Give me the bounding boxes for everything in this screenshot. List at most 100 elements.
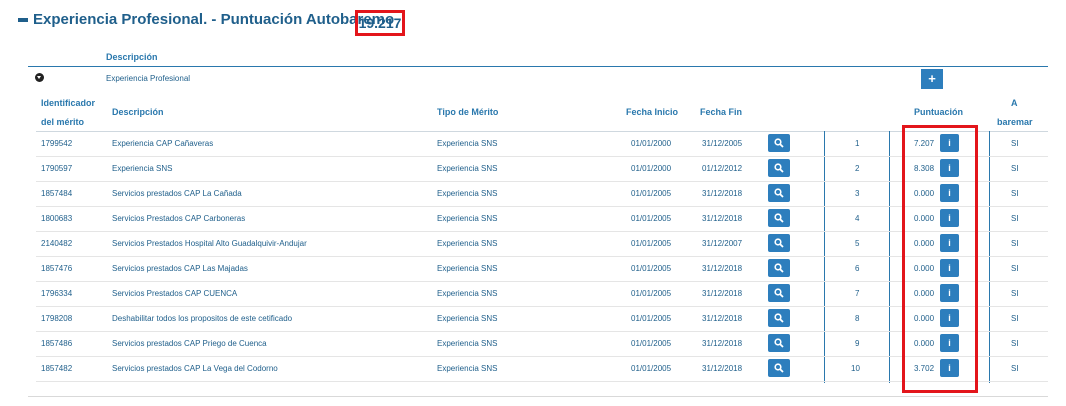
merit-id: 1796334 (41, 289, 73, 298)
a-baremar-value: SI (1011, 264, 1019, 273)
view-merit-button[interactable] (768, 159, 790, 177)
separator-num-right (889, 131, 890, 383)
search-icon (774, 363, 784, 373)
merit-end-date: 31/12/2018 (702, 314, 743, 323)
view-merit-button[interactable] (768, 309, 790, 327)
merit-start-date: 01/01/2005 (631, 339, 672, 348)
merit-description: Servicios Prestados CAP CUENCA (112, 289, 238, 298)
merit-end-date: 01/12/2012 (702, 164, 743, 173)
minus-icon[interactable] (18, 18, 28, 22)
add-merit-button[interactable]: + (921, 69, 943, 89)
merit-id: 1857482 (41, 364, 73, 373)
merit-type: Experiencia SNS (437, 314, 498, 323)
col-a-baremar-line2: baremar (997, 117, 1033, 127)
col-a-baremar-line1: A (1011, 98, 1018, 108)
row-divider (36, 231, 1048, 232)
merit-id: 1857476 (41, 264, 73, 273)
merit-type: Experiencia SNS (437, 264, 498, 273)
chevron-down-circle-icon[interactable] (35, 73, 44, 82)
col-fecha-inicio: Fecha Inicio (626, 107, 679, 117)
merit-start-date: 01/01/2005 (631, 189, 672, 198)
search-icon (774, 213, 784, 223)
merit-order: 7 (855, 289, 860, 298)
col-fecha-fin: Fecha Fin (700, 107, 743, 117)
row-divider (36, 281, 1048, 282)
search-icon (774, 138, 784, 148)
row-divider (36, 356, 1048, 357)
merit-end-date: 31/12/2018 (702, 264, 743, 273)
merit-id: 1857484 (41, 189, 73, 198)
merit-order: 3 (855, 189, 860, 198)
merit-start-date: 01/01/2000 (631, 139, 672, 148)
search-icon (774, 163, 784, 173)
row-divider (36, 306, 1048, 307)
merit-order: 6 (855, 264, 860, 273)
view-merit-button[interactable] (768, 284, 790, 302)
search-icon (774, 263, 784, 273)
merit-end-date: 31/12/2018 (702, 189, 743, 198)
search-icon (774, 338, 784, 348)
view-merit-button[interactable] (768, 184, 790, 202)
merit-end-date: 31/12/2018 (702, 289, 743, 298)
row-divider (36, 156, 1048, 157)
search-icon (774, 188, 784, 198)
row-divider (36, 381, 1048, 382)
group-description-header: Descripción (106, 52, 158, 62)
total-score: 19.217 (355, 10, 405, 36)
merit-description: Deshabilitar todos los propositos de est… (112, 314, 293, 323)
separator-punt-right (989, 131, 990, 383)
merit-end-date: 31/12/2018 (702, 214, 743, 223)
separator-num-left (824, 131, 825, 383)
row-divider (36, 331, 1048, 332)
merit-type: Experiencia SNS (437, 239, 498, 248)
view-merit-button[interactable] (768, 134, 790, 152)
merit-start-date: 01/01/2000 (631, 164, 672, 173)
view-merit-button[interactable] (768, 259, 790, 277)
group-name: Experiencia Profesional (106, 74, 191, 83)
view-merit-button[interactable] (768, 359, 790, 377)
a-baremar-value: SI (1011, 314, 1019, 323)
view-merit-button[interactable] (768, 209, 790, 227)
section-header[interactable]: Experiencia Profesional. - Puntuación Au… (18, 11, 394, 28)
merit-type: Experiencia SNS (437, 339, 498, 348)
merit-type: Experiencia SNS (437, 214, 498, 223)
a-baremar-value: SI (1011, 339, 1019, 348)
merit-start-date: 01/01/2005 (631, 289, 672, 298)
view-merit-button[interactable] (768, 234, 790, 252)
table-bottom-line (28, 396, 1048, 397)
row-divider (36, 181, 1048, 182)
group-top-line (28, 66, 1048, 67)
merit-order: 1 (855, 139, 860, 148)
merit-description: Servicios Prestados CAP Carboneras (112, 214, 246, 223)
merit-start-date: 01/01/2005 (631, 239, 672, 248)
merit-id: 1798208 (41, 314, 73, 323)
merit-id: 2140482 (41, 239, 73, 248)
merit-id: 1800683 (41, 214, 73, 223)
search-icon (774, 313, 784, 323)
merit-order: 9 (855, 339, 860, 348)
search-icon (774, 238, 784, 248)
merit-id: 1790597 (41, 164, 73, 173)
merit-type: Experiencia SNS (437, 364, 498, 373)
merit-start-date: 01/01/2005 (631, 264, 672, 273)
a-baremar-value: SI (1011, 139, 1019, 148)
merit-description: Servicios Prestados Hospital Alto Guadal… (112, 239, 307, 248)
merit-start-date: 01/01/2005 (631, 314, 672, 323)
a-baremar-value: SI (1011, 289, 1019, 298)
merit-type: Experiencia SNS (437, 289, 498, 298)
merit-order: 10 (851, 364, 860, 373)
col-puntuacion: Puntuación (914, 107, 963, 117)
merit-order: 8 (855, 314, 860, 323)
view-merit-button[interactable] (768, 334, 790, 352)
merit-order: 5 (855, 239, 860, 248)
merit-start-date: 01/01/2005 (631, 364, 672, 373)
merit-type: Experiencia SNS (437, 139, 498, 148)
merit-description: Servicios prestados CAP La Cañada (112, 189, 242, 198)
merit-order: 4 (855, 214, 860, 223)
row-divider (36, 256, 1048, 257)
search-icon (774, 288, 784, 298)
col-tipo: Tipo de Mérito (437, 107, 499, 117)
merit-description: Servicios prestados CAP Las Majadas (112, 264, 248, 273)
merit-type: Experiencia SNS (437, 189, 498, 198)
a-baremar-value: SI (1011, 239, 1019, 248)
